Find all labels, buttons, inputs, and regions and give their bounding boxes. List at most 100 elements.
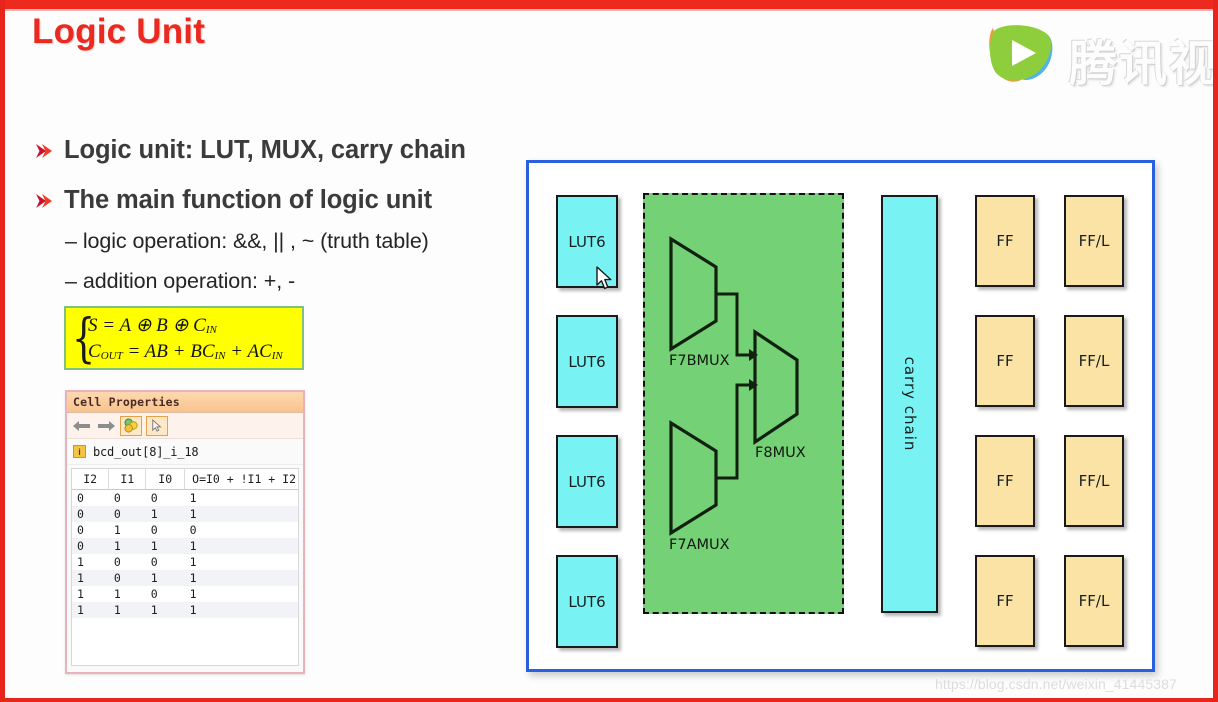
- table-row[interactable]: 0 1 1 1: [72, 538, 298, 554]
- truth-table-cell: 1: [189, 555, 197, 569]
- truth-table-cell: 1: [77, 555, 84, 569]
- truth-table-cell: 0: [113, 571, 121, 585]
- sub-bullet-1-label: logic operation: &&, || , ~ (truth table…: [82, 229, 429, 253]
- ff-label: FF: [996, 472, 1014, 490]
- formula-line2-sub1: OUT: [100, 350, 123, 362]
- formula-line2-tail: + AC: [225, 341, 272, 362]
- truth-table-cell: 0: [113, 491, 121, 505]
- truth-table-cell: 1: [150, 571, 158, 585]
- truth-table-header-i0: I0: [145, 469, 186, 490]
- truth-table-cell: 0: [150, 491, 158, 505]
- lut6-label: LUT6: [568, 352, 606, 371]
- truth-table-header-i1: I1: [108, 469, 147, 490]
- bullet-2-label: The main function of logic unit: [64, 186, 433, 214]
- truth-table-cell: 1: [113, 539, 121, 553]
- logo-text: 腾讯视频: [1069, 36, 1213, 92]
- formula-line2-sub3: IN: [271, 350, 283, 362]
- truth-table-cell: 1: [77, 587, 84, 601]
- truth-table-cell: 1: [150, 507, 158, 521]
- cell-properties-panel: Cell Properties i bcd_out[8]_i_18 I2 I1 …: [65, 390, 305, 674]
- sub-bullet-2: – addition operation: +, -: [65, 269, 295, 294]
- ff-label: FF: [996, 232, 1014, 250]
- truth-table-cell: 1: [189, 603, 197, 617]
- mux-region: F7BMUX F8MUX F7AMUX: [643, 193, 844, 614]
- sub-bullet-2-label: addition operation: +, -: [82, 269, 296, 293]
- f7bmux-label: F7BMUX: [669, 353, 730, 369]
- ffl-label: FF/L: [1078, 232, 1110, 250]
- truth-table-cell: 0: [113, 555, 121, 569]
- lut6-label: LUT6: [568, 472, 606, 491]
- cursor-arrow-glyph: [152, 418, 162, 432]
- ff-block-3[interactable]: FF: [975, 435, 1035, 527]
- truth-table-cell: 0: [150, 523, 158, 537]
- ffl-block-3[interactable]: FF/L: [1064, 435, 1124, 527]
- chevron-bullet-icon: [36, 143, 52, 158]
- slide-root: Logic Unit 腾讯视频 Logic unit: LUT, MUX, ca…: [0, 0, 1218, 702]
- lut6-block-2[interactable]: LUT6: [556, 315, 618, 408]
- watermark-url: https://blog.csdn.net/weixin_41445387: [935, 676, 1177, 692]
- table-row[interactable]: 0 0 0 1: [72, 489, 298, 506]
- truth-table-wrapper: I2 I1 I0 O=I0 + !I1 + I2 000100110100011…: [71, 468, 299, 666]
- ff-label: FF: [996, 592, 1014, 610]
- truth-table-cell: 1: [113, 587, 121, 601]
- cell-name-row: i bcd_out[8]_i_18: [67, 439, 303, 465]
- ffl-block-1[interactable]: FF/L: [1064, 195, 1124, 287]
- truth-table-cell: 1: [189, 491, 197, 505]
- cell-properties-toolbar: [67, 413, 303, 439]
- cursor-arrow-icon[interactable]: [146, 415, 168, 436]
- formula-box: { S = A ⊕ B ⊕ CIN COUT = AB + BCIN + ACI…: [64, 306, 304, 370]
- truth-table-cell: 1: [150, 603, 158, 617]
- formula-line-sum: S = A ⊕ B ⊕ CIN: [88, 314, 217, 337]
- ffl-block-2[interactable]: FF/L: [1064, 315, 1124, 407]
- truth-table-cell: 0: [150, 587, 158, 601]
- ffl-label: FF/L: [1078, 352, 1110, 370]
- formula-line-carry: COUT = AB + BCIN + ACIN: [88, 341, 283, 363]
- lut6-label: LUT6: [568, 232, 606, 251]
- sub-bullet-1: – logic operation: &&, || , ~ (truth tabl…: [65, 229, 429, 254]
- lut6-block-1[interactable]: LUT6: [556, 195, 618, 288]
- cell-name-label: bcd_out[8]_i_18: [93, 444, 199, 459]
- table-row[interactable]: 1 0 1 1: [72, 570, 298, 586]
- truth-table-cell: 1: [189, 507, 197, 521]
- truth-table-cell: 1: [77, 571, 84, 585]
- truth-table-header-output: O=I0 + !I1 + I2: [184, 469, 298, 490]
- ff-block-4[interactable]: FF: [975, 555, 1035, 647]
- tencent-video-logo: 腾讯视频: [973, 8, 1213, 100]
- sub-bullet-dash: –: [65, 269, 77, 293]
- cell-properties-title: Cell Properties: [73, 395, 180, 409]
- ffl-block-4[interactable]: FF/L: [1064, 555, 1124, 647]
- ff-label: FF: [996, 352, 1014, 370]
- cell-properties-titlebar: Cell Properties: [67, 392, 303, 413]
- arrow-left-icon[interactable]: [72, 418, 92, 434]
- truth-table-cell: 0: [189, 523, 197, 537]
- cells-balloon-glyph: [123, 418, 138, 433]
- table-row[interactable]: 1 1 1 1: [72, 602, 298, 618]
- page-title: Logic Unit: [32, 12, 206, 51]
- ff-block-2[interactable]: FF: [975, 315, 1035, 407]
- formula-line2-sub2: IN: [214, 350, 226, 362]
- cells-balloon-icon[interactable]: [120, 415, 142, 436]
- truth-table-cell: 0: [77, 507, 84, 521]
- formula-line1-sub: IN: [205, 324, 217, 336]
- carry-chain-block[interactable]: carry chain: [881, 195, 938, 613]
- play-triangle-icon: [989, 25, 1053, 82]
- arrow-right-icon[interactable]: [96, 418, 116, 434]
- table-row[interactable]: 1 0 0 1: [72, 554, 298, 570]
- lut6-block-4[interactable]: LUT6: [556, 555, 618, 648]
- truth-table-cell: 1: [189, 539, 197, 553]
- table-row[interactable]: 0 1 0 0: [72, 522, 298, 538]
- table-row[interactable]: 1 1 0 1: [72, 586, 298, 602]
- carry-chain-label: carry chain: [900, 356, 919, 452]
- truth-table-cell: 1: [150, 539, 158, 553]
- ff-block-1[interactable]: FF: [975, 195, 1035, 287]
- truth-table-cell: 0: [77, 491, 84, 505]
- truth-table-cell: 1: [189, 571, 197, 585]
- table-row[interactable]: 0 0 1 1: [72, 506, 298, 522]
- lut6-block-3[interactable]: LUT6: [556, 435, 618, 528]
- sub-bullet-dash: –: [65, 229, 77, 253]
- truth-table-cell: 0: [113, 507, 121, 521]
- bullet-1-label: Logic unit: LUT, MUX, carry chain: [64, 136, 466, 164]
- truth-table-body: 0 0 0 1 0 0 1 1 0 1 0 0 0 1 1 1 1 0 0 1 1 0 1 1 1 1 0 1 1 1 1 1: [72, 489, 298, 618]
- f7amux-label: F7AMUX: [669, 537, 730, 553]
- f8mux-label: F8MUX: [755, 445, 806, 461]
